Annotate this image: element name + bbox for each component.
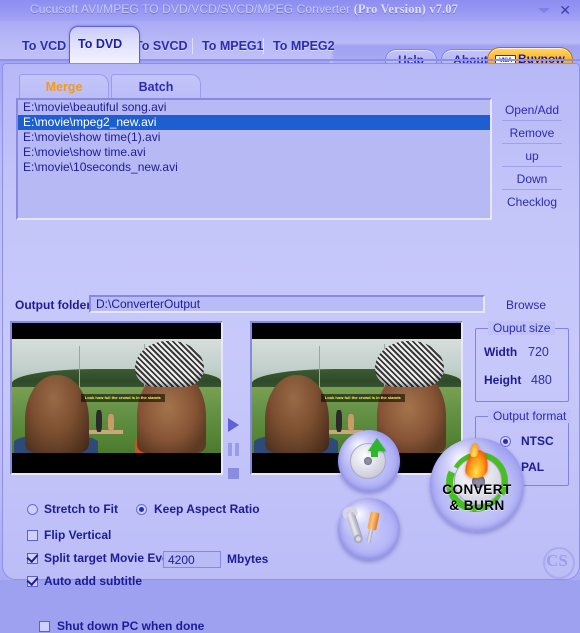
split-unit-label: Mbytes [227,552,269,566]
checkbox-flip-vertical[interactable] [27,530,38,541]
distant-figure [335,409,342,433]
keep-aspect-ratio-label: Keep Aspect Ratio [154,502,260,516]
list-item[interactable]: E:\movie\mpeg2_new.avi [18,115,490,130]
logo-text: CS [546,551,568,570]
minimize-icon[interactable] [538,6,550,16]
radio-keep-aspect-ratio[interactable] [136,504,147,515]
tab-to-vcd[interactable]: To VCD [12,31,76,61]
main-tab-strip: To VCD To DVD To SVCD To MPEG1 To MPEG2 … [0,21,580,84]
window-title-pro: (Pro Version) [353,2,426,16]
convert-and-burn-line1: CONVERT [442,482,512,497]
cucusoft-logo: CS [537,544,577,579]
left-person-head [264,375,330,453]
convert-and-burn-button[interactable]: CONVERT & BURN [430,438,524,532]
video-subtitle: Look how full the crowd is in the stands [320,393,405,402]
subtab-batch[interactable]: Batch [111,74,201,99]
browse-button[interactable]: Browse [506,298,546,312]
stretch-to-fit-label: Stretch to Fit [44,502,118,516]
shutdown-label: Shut down PC when done [57,619,205,633]
height-label: Height [484,373,522,387]
convert-and-burn-line2: & BURN [449,498,505,513]
height-value[interactable]: 480 [531,373,552,387]
list-item[interactable]: E:\movie\10seconds_new.avi [18,160,490,175]
output-folder-input[interactable] [89,295,485,313]
open-add-button[interactable]: Open/Add [495,99,569,121]
auto-subtitle-label: Auto add subtitle [44,574,142,588]
title-bar: Cucusoft AVI/MPEG TO DVD/VCD/SVCD/MPEG C… [0,0,580,21]
checklog-button[interactable]: Checklog [495,191,569,213]
green-arrow-tail [371,448,378,457]
left-person-head [24,375,90,453]
move-up-button[interactable]: up [495,145,569,167]
light-pole [78,345,80,392]
list-item[interactable]: E:\movie\beautiful song.avi [18,100,490,115]
file-list[interactable]: E:\movie\beautiful song.avi E:\movie\mpe… [16,98,492,220]
settings-button[interactable] [338,498,400,560]
output-size-group: Ouput size Width 720 Height 480 [475,321,569,402]
bench [89,430,123,434]
application-window: Cucusoft AVI/MPEG TO DVD/VCD/SVCD/MPEG C… [0,0,580,633]
radio-stretch-to-fit[interactable] [27,504,38,515]
distant-figure [95,409,102,433]
pause-icon[interactable] [228,443,239,456]
playback-controls [225,414,245,484]
convert-button[interactable] [338,430,400,492]
right-person-hat [375,341,445,387]
screwdriver-icon [367,511,380,531]
play-icon[interactable] [228,418,239,432]
output-format-title: Output format [488,409,572,423]
width-label: Width [484,345,518,359]
tab-to-mpeg1[interactable]: To MPEG1 [192,31,274,61]
tab-to-mpeg2[interactable]: To MPEG2 [263,31,345,61]
close-icon[interactable]: ✕ [559,2,571,19]
output-folder-label: Output folder [15,298,91,312]
radio-ntsc-label: NTSC [521,434,554,448]
checkbox-split-target[interactable] [27,553,38,564]
list-item[interactable]: E:\movie\show time.avi [18,145,490,160]
tab-to-dvd[interactable]: To DVD [69,26,140,63]
video-frame: Look how full the crowd is in the stands [12,339,221,453]
subtab-merge[interactable]: Merge [19,74,109,99]
distant-figure [108,414,115,432]
width-value[interactable]: 720 [528,345,549,359]
source-preview[interactable]: Look how full the crowd is in the stands [10,321,223,475]
wrench-icon [345,511,364,543]
stop-icon[interactable] [228,468,239,479]
file-action-buttons: Open/Add Remove up Down Checklog [495,98,569,216]
source-video-surface: Look how full the crowd is in the stands [12,323,221,473]
flip-vertical-label: Flip Vertical [44,528,112,542]
light-pole [318,345,320,392]
checkbox-shutdown[interactable] [39,621,50,632]
window-title-main: Cucusoft AVI/MPEG TO DVD/VCD/SVCD/MPEG C… [30,2,351,16]
distant-figure [348,414,355,432]
split-target-label: Split target Movie Every [44,551,181,565]
output-size-title: Ouput size [488,321,556,335]
split-size-input[interactable] [163,551,221,568]
radio-pal-label: PAL [521,460,545,474]
move-down-button[interactable]: Down [495,168,569,190]
window-title: Cucusoft AVI/MPEG TO DVD/VCD/SVCD/MPEG C… [30,2,458,17]
list-item[interactable]: E:\movie\show time(1).avi [18,130,490,145]
window-title-version: v7.07 [429,2,458,16]
checkbox-auto-subtitle[interactable] [27,576,38,587]
remove-button[interactable]: Remove [495,122,569,144]
right-person-hat [135,341,205,387]
video-subtitle: Look how full the crowd is in the stands [80,393,165,402]
